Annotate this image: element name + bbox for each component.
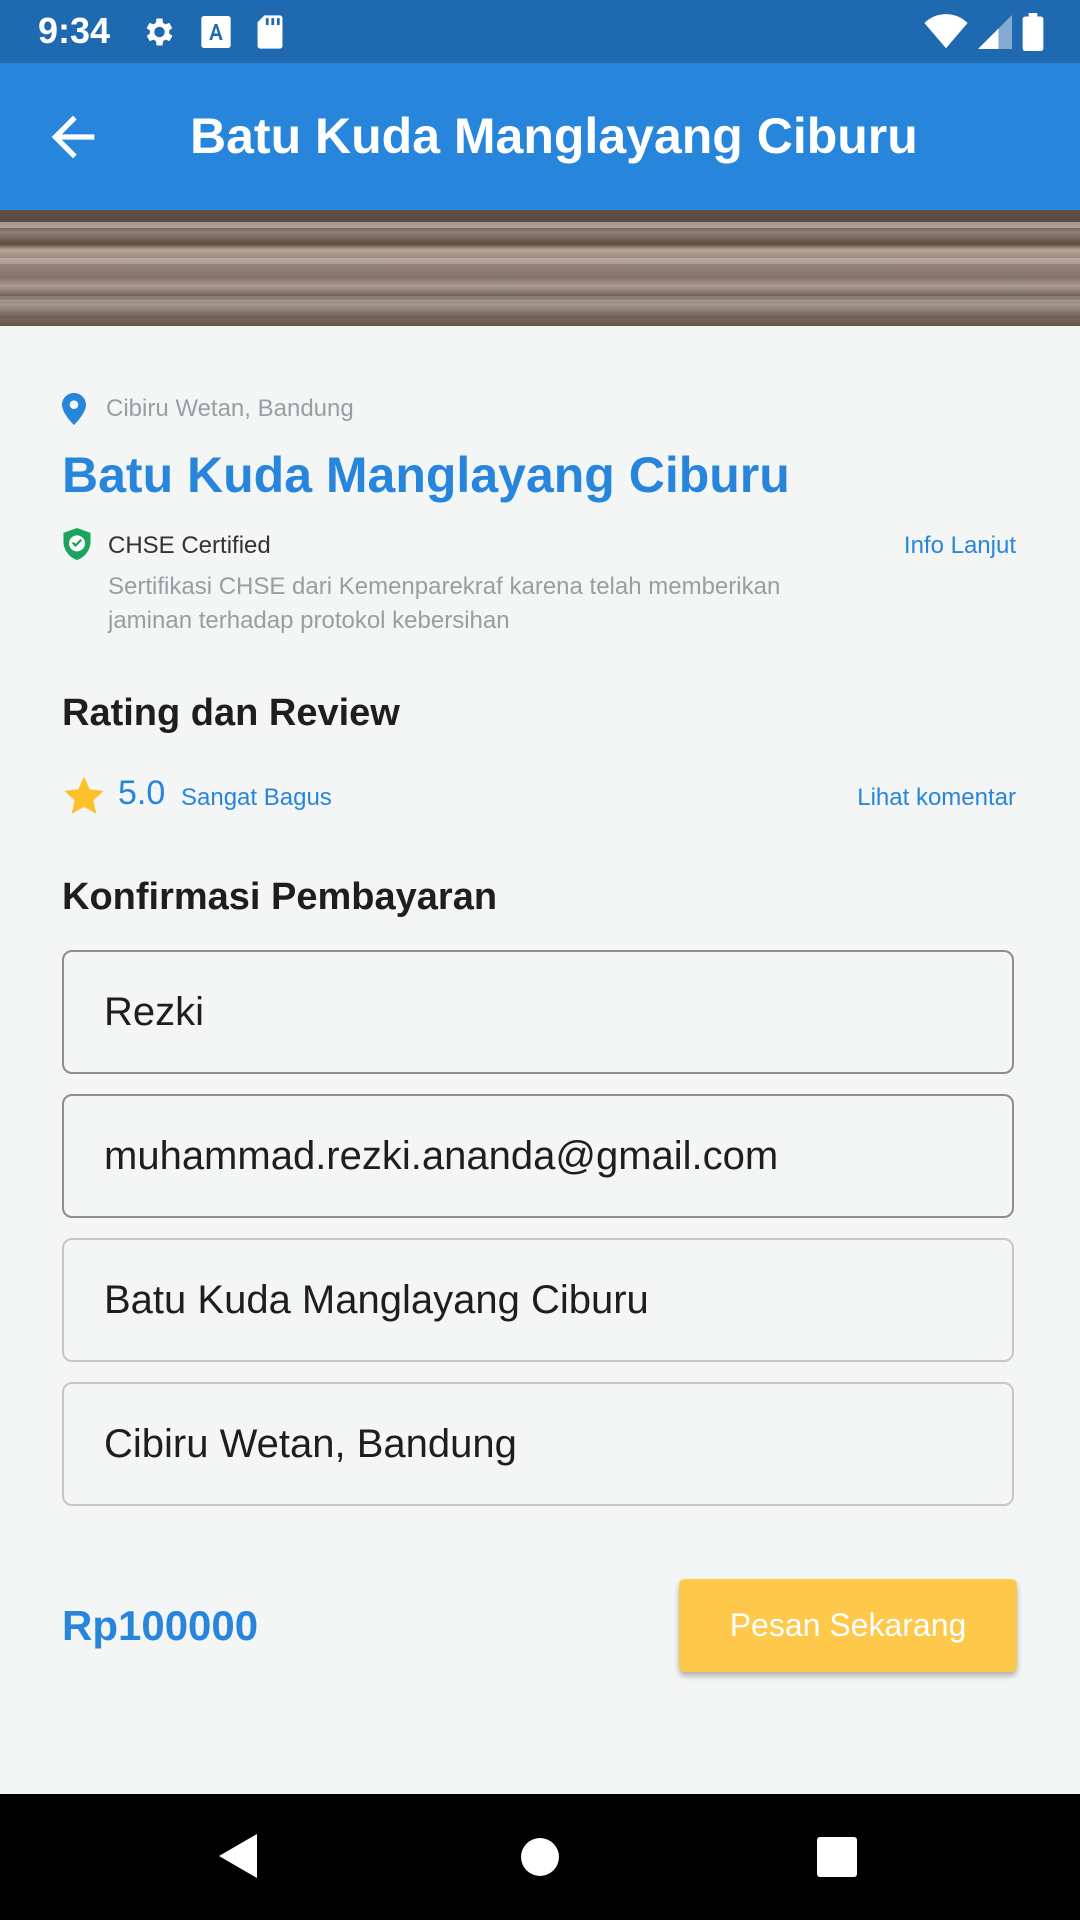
- chse-row: CHSE Certified Info Lanjut: [62, 528, 1016, 564]
- back-button[interactable]: [38, 105, 108, 169]
- address-field: [62, 1382, 1014, 1506]
- star-icon: [64, 776, 104, 814]
- price-text: Rp100000: [62, 1602, 259, 1649]
- location-row: Cibiru Wetan, Bandung: [62, 392, 354, 426]
- gear-icon: [146, 18, 173, 46]
- signal-icon: [978, 15, 1012, 49]
- place-title: Batu Kuda Manglayang Ciburu: [62, 447, 790, 503]
- rating-label: Sangat Bagus: [181, 784, 332, 811]
- status-icons-left: [140, 14, 284, 50]
- see-comments-link[interactable]: Lihat komentar: [857, 784, 1016, 812]
- arrow-left-icon: [51, 115, 95, 159]
- order-now-button[interactable]: Pesan Sekarang: [679, 1579, 1017, 1672]
- rating-row: 5.0 Sangat Bagus Lihat komentar: [62, 772, 1016, 822]
- rating-section-title: Rating dan Review: [62, 692, 400, 734]
- shield-check-icon: [63, 528, 91, 560]
- location-text: Cibiru Wetan, Bandung: [106, 395, 354, 422]
- status-time: 9:34: [38, 10, 111, 51]
- info-link[interactable]: Info Lanjut: [904, 532, 1016, 560]
- hero-image: [0, 210, 1080, 326]
- a-icon: [201, 16, 231, 48]
- app-bar-title: Batu Kuda Manglayang Ciburu: [190, 108, 918, 164]
- nav-home-icon[interactable]: [520, 1837, 560, 1877]
- navigation-bar: [0, 1794, 1080, 1920]
- status-icons-right: [924, 12, 1044, 52]
- wifi-icon: [924, 14, 968, 49]
- nav-back-icon[interactable]: [215, 1832, 259, 1880]
- rating-value: 5.0: [118, 774, 166, 812]
- chse-label: CHSE Certified: [108, 532, 271, 559]
- email-field[interactable]: [62, 1094, 1014, 1218]
- location-pin-icon: [62, 393, 86, 425]
- name-field[interactable]: [62, 950, 1014, 1074]
- chse-description: Sertifikasi CHSE dari Kemenparekraf kare…: [108, 573, 781, 634]
- sd-card-icon: [257, 15, 283, 49]
- battery-icon: [1022, 13, 1044, 51]
- app-bar: Batu Kuda Manglayang Ciburu: [0, 63, 1080, 210]
- status-bar: 9:34: [0, 0, 1080, 63]
- nav-recents-icon[interactable]: [817, 1837, 857, 1877]
- payment-section-title: Konfirmasi Pembayaran: [62, 876, 498, 918]
- destination-field: [62, 1238, 1014, 1362]
